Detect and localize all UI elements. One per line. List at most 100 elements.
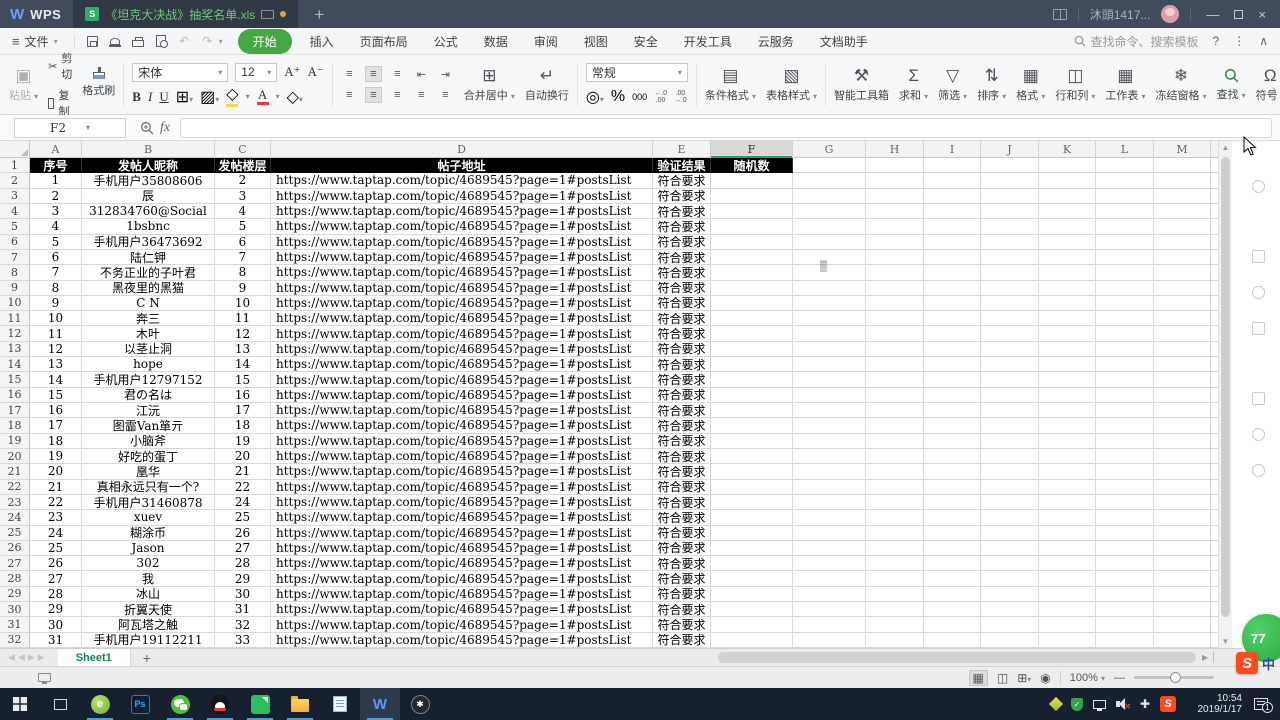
more-button[interactable]: ⋮ [1233, 34, 1245, 48]
file-menu[interactable]: ≡ 文件 ▾ [0, 33, 68, 50]
cell-post-url[interactable]: https://www.taptap.com/topic/4689545?pag… [271, 311, 653, 326]
cell-seq[interactable]: 16 [30, 403, 82, 418]
cell-floor[interactable]: 29 [215, 571, 271, 586]
row-header[interactable]: 18 [0, 418, 30, 433]
cell-seq[interactable]: 26 [30, 556, 82, 571]
cell-nickname[interactable]: xuev [82, 510, 215, 525]
cell-floor[interactable]: 2 [215, 173, 271, 188]
cell-floor[interactable]: 19 [215, 434, 271, 449]
cell-random[interactable] [711, 326, 793, 341]
cell-post-url[interactable]: https://www.taptap.com/topic/4689545?pag… [271, 449, 653, 464]
row-header[interactable]: 8 [0, 265, 30, 280]
cell-post-url[interactable]: https://www.taptap.com/topic/4689545?pag… [271, 403, 653, 418]
wps-logo[interactable]: W WPS [0, 0, 73, 28]
cell-verify-result[interactable]: 符合要求 [653, 556, 711, 571]
menu-tab[interactable]: 视图 [571, 29, 621, 54]
cell-verify-result[interactable]: 符合要求 [653, 617, 711, 632]
new-tab-button[interactable]: + [314, 6, 324, 23]
row-header[interactable]: 30 [0, 602, 30, 617]
cell-verify-result[interactable]: 符合要求 [653, 633, 711, 648]
sheet-tab[interactable]: Sheet1 [58, 649, 131, 666]
cell-nickname[interactable]: 手机用户12797152 [82, 372, 215, 387]
row-header[interactable]: 22 [0, 480, 30, 495]
document-tab[interactable]: S 《坦克大决战》抽奖名单.xls [73, 0, 298, 28]
cell-seq[interactable]: 15 [30, 388, 82, 403]
cell-random[interactable] [711, 480, 793, 495]
cell-seq[interactable]: 7 [30, 265, 82, 280]
redo-button[interactable]: ↷ [196, 31, 219, 51]
cell-seq[interactable]: 8 [30, 281, 82, 296]
name-box[interactable]: F2▾ [14, 118, 126, 138]
scroll-up-icon[interactable]: ▲ [1219, 143, 1232, 152]
cell-post-url[interactable]: https://www.taptap.com/topic/4689545?pag… [271, 587, 653, 602]
cell-post-url[interactable]: https://www.taptap.com/topic/4689545?pag… [271, 189, 653, 204]
cell-nickname[interactable]: hope [82, 357, 215, 372]
cell-random[interactable] [711, 189, 793, 204]
cell-nickname[interactable]: 手机用户31460878 [82, 495, 215, 510]
sidebar-float-icon[interactable] [1252, 250, 1265, 263]
horizontal-scroll-thumb[interactable] [718, 652, 1196, 663]
taskbar-app-obs[interactable]: ✱ [400, 688, 440, 720]
zoom-out-button[interactable]: — [1114, 672, 1125, 684]
cell-random[interactable] [711, 495, 793, 510]
worksheet-button[interactable]: ▦ 工作表 ▾ [1100, 59, 1150, 110]
cell-nickname[interactable]: 真相永远只有一个? [82, 480, 215, 495]
cell-nickname[interactable]: 302 [82, 556, 215, 571]
align-left-button[interactable]: ≡ [341, 87, 358, 103]
cell-nickname[interactable]: 凰华 [82, 464, 215, 479]
sheet-nav-buttons[interactable]: ◀◀▶▶ [8, 652, 48, 663]
formula-input[interactable] [180, 118, 1272, 138]
decrease-font-button[interactable]: A⁻ [308, 64, 324, 80]
cell-nickname[interactable]: 不务正业的子叶君 [82, 265, 215, 280]
menu-tab[interactable]: 公式 [421, 29, 471, 54]
cell-post-url[interactable]: https://www.taptap.com/topic/4689545?pag… [271, 265, 653, 280]
cell-seq[interactable]: 23 [30, 510, 82, 525]
row-header[interactable]: 2 [0, 173, 30, 188]
cell-nickname[interactable]: 辰 [82, 189, 215, 204]
row-header[interactable]: 9 [0, 281, 30, 296]
sidebar-float-icon[interactable] [1252, 286, 1265, 299]
cell-post-url[interactable]: https://www.taptap.com/topic/4689545?pag… [271, 357, 653, 372]
row-header[interactable]: 28 [0, 571, 30, 586]
cell-random[interactable] [711, 281, 793, 296]
taskbar-app-photoshop[interactable]: Ps [120, 688, 160, 720]
cell-verify-result[interactable]: 符合要求 [653, 464, 711, 479]
row-header[interactable]: 23 [0, 495, 30, 510]
shield-check-icon[interactable]: ✓ [1071, 698, 1083, 711]
column-header[interactable]: H [866, 141, 924, 158]
increase-font-button[interactable]: A⁺ [284, 64, 300, 80]
sogou-input-bar[interactable]: S 中 [1236, 651, 1275, 675]
collapse-ribbon-button[interactable]: ∧ [1259, 34, 1268, 48]
cell-verify-result[interactable]: 符合要求 [653, 219, 711, 234]
volume-muted-icon[interactable]: ✕ [1116, 698, 1130, 710]
vertical-scroll-thumb[interactable] [1221, 157, 1230, 617]
paste-button[interactable]: ▣ 粘贴 ▾ [4, 59, 43, 110]
taskbar-app-notepad[interactable] [320, 688, 360, 720]
wrap-text-button[interactable]: ↵ 自动换行 [520, 59, 574, 110]
cell-floor[interactable]: 6 [215, 235, 271, 250]
cell-seq[interactable]: 11 [30, 326, 82, 341]
add-sheet-button[interactable]: + [143, 651, 151, 665]
menu-tab[interactable]: 开发工具 [671, 29, 745, 54]
row-header[interactable]: 16 [0, 388, 30, 403]
clock[interactable]: 10:54 2019/1/17 [1186, 693, 1242, 715]
cell-random[interactable] [711, 526, 793, 541]
task-view-button[interactable] [40, 688, 80, 720]
merge-center-button[interactable]: ⊞ 合并居中 ▾ [459, 59, 520, 110]
cell-random[interactable] [711, 372, 793, 387]
row-header[interactable]: 5 [0, 219, 30, 234]
increase-decimal-button[interactable]: ←.0.00 [654, 90, 667, 104]
cell-floor[interactable]: 7 [215, 250, 271, 265]
row-header[interactable]: 11 [0, 311, 30, 326]
cell-floor[interactable]: 27 [215, 541, 271, 556]
save-button[interactable] [81, 31, 104, 51]
cell-verify-result[interactable]: 符合要求 [653, 372, 711, 387]
column-header[interactable]: L [1096, 141, 1154, 158]
cell-post-url[interactable]: https://www.taptap.com/topic/4689545?pag… [271, 541, 653, 556]
cell-post-url[interactable]: https://www.taptap.com/topic/4689545?pag… [271, 204, 653, 219]
align-top-button[interactable]: ≡ [341, 66, 358, 82]
ribbon-more-icon[interactable]: › [1272, 84, 1276, 96]
row-header[interactable]: 29 [0, 587, 30, 602]
cell-floor[interactable]: 18 [215, 418, 271, 433]
cell-seq[interactable]: 18 [30, 434, 82, 449]
